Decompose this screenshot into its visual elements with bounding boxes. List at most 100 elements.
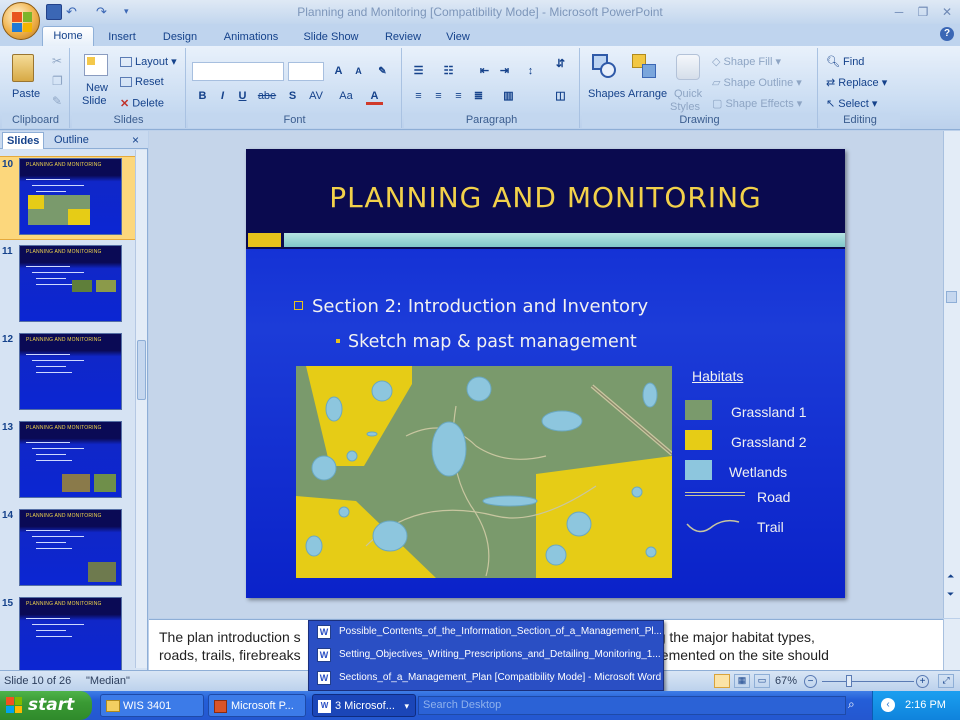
legend-label-wetlands: Wetlands <box>729 464 788 480</box>
tab-slides[interactable]: Slides <box>2 132 45 149</box>
align-right-icon[interactable]: ≡ <box>450 88 467 105</box>
popup-item-3[interactable]: W Sections_of_a_Management_Plan [Compatib… <box>313 667 661 689</box>
taskbar-button-explorer[interactable]: WIS 3401 <box>100 694 204 717</box>
normal-view-icon[interactable] <box>714 674 730 688</box>
line-spacing-icon[interactable]: ↕ <box>522 63 539 80</box>
clock[interactable]: 2:16 PM <box>905 699 946 711</box>
paste-icon <box>12 54 34 82</box>
shrink-font-button[interactable]: A <box>350 63 367 80</box>
notes-scrollbar[interactable] <box>943 619 960 670</box>
office-button[interactable] <box>2 2 40 40</box>
quick-styles-label-2[interactable]: Styles <box>670 101 700 113</box>
select-button[interactable]: ↖ Select ▾ <box>826 97 877 110</box>
slide-thumbnail[interactable]: 10 PLANNING AND MONITORING <box>0 156 135 240</box>
char-spacing-button[interactable]: AV <box>304 88 328 105</box>
quick-styles-label-1[interactable]: Quick <box>674 88 702 100</box>
tab-outline[interactable]: Outline <box>50 132 93 149</box>
arrange-button[interactable]: Arrange <box>628 88 667 100</box>
delete-button[interactable]: ✕ Delete <box>120 97 164 110</box>
minimize-icon[interactable]: ─ <box>888 4 910 20</box>
increase-indent-icon[interactable]: ⇥ <box>496 63 513 80</box>
tab-animations[interactable]: Animations <box>218 28 284 46</box>
text-direction-icon[interactable]: ⇵ <box>552 56 569 73</box>
bold-button[interactable]: B <box>194 88 211 105</box>
find-button[interactable]: 🔍︎ Find <box>826 55 864 68</box>
strikethrough-button[interactable]: abe <box>256 88 278 105</box>
current-slide[interactable]: PLANNING AND MONITORING Section 2: Intro… <box>246 149 845 598</box>
slides-pane-scrollbar[interactable] <box>135 150 147 668</box>
tab-home[interactable]: Home <box>42 26 94 46</box>
zoom-slider-thumb[interactable] <box>846 675 852 687</box>
columns-icon[interactable]: ▥ <box>500 88 517 105</box>
shapes-button[interactable]: Shapes <box>588 88 625 100</box>
align-center-icon[interactable]: ≡ <box>430 88 447 105</box>
zoom-in-icon[interactable]: + <box>916 675 929 688</box>
slide-thumbnail[interactable]: 12 PLANNING AND MONITORING <box>0 332 135 416</box>
fit-to-window-icon[interactable]: ⤢ <box>938 674 954 688</box>
slide-thumbnail[interactable]: 11 PLANNING AND MONITORING <box>0 244 135 328</box>
paste-button[interactable]: Paste <box>12 88 40 100</box>
zoom-level[interactable]: 67% <box>775 675 797 687</box>
reset-button[interactable]: Reset <box>120 76 164 88</box>
restore-icon[interactable]: ❐ <box>912 4 934 20</box>
zoom-slider[interactable] <box>822 681 914 682</box>
font-color-button[interactable]: A <box>366 88 383 105</box>
decrease-indent-icon[interactable]: ⇤ <box>476 63 493 80</box>
new-slide-label-1[interactable]: New <box>86 82 108 94</box>
thumbnail-number: 14 <box>2 510 14 521</box>
underline-button[interactable]: U <box>234 88 251 105</box>
help-icon[interactable]: ? <box>940 27 954 41</box>
redo-icon[interactable]: ↷ <box>96 4 112 20</box>
taskbar-button-powerpoint[interactable]: Microsoft P... <box>208 694 306 717</box>
slides-pane-scroll-thumb[interactable] <box>137 340 146 400</box>
customize-qat-icon[interactable]: ▾ <box>124 4 140 20</box>
search-icon[interactable]: ⌕ <box>848 697 864 713</box>
clear-formatting-icon[interactable]: ✎ <box>374 63 391 80</box>
grow-font-button[interactable]: A <box>330 63 347 80</box>
close-icon[interactable]: ✕ <box>936 4 958 20</box>
tab-insert[interactable]: Insert <box>100 28 144 46</box>
tab-review[interactable]: Review <box>378 28 428 46</box>
slide-scroll-thumb[interactable] <box>946 291 957 303</box>
shape-fill-button[interactable]: ◇ Shape Fill ▾ <box>712 55 781 68</box>
justify-icon[interactable]: ≣ <box>470 88 487 105</box>
next-slide-icon[interactable]: ⏷ <box>947 589 954 600</box>
undo-icon[interactable]: ↶ <box>66 4 82 20</box>
taskbar-button-word-group[interactable]: W 3 Microsof... ▾ <box>312 694 416 717</box>
tray-expand-icon[interactable]: ‹ <box>881 698 895 712</box>
popup-item-2[interactable]: W Setting_Objectives_Writing_Prescription… <box>313 644 661 666</box>
slide-show-icon[interactable]: ▭ <box>754 674 770 688</box>
format-painter-icon[interactable]: ✎ <box>52 94 62 108</box>
close-pane-icon[interactable]: × <box>128 132 143 149</box>
prev-slide-icon[interactable]: ⏶ <box>947 571 954 582</box>
italic-button[interactable]: I <box>214 88 231 105</box>
bullets-icon[interactable]: ☰ <box>410 63 427 80</box>
align-left-icon[interactable]: ≡ <box>410 88 427 105</box>
smartart-icon[interactable]: ◫ <box>552 88 569 105</box>
slide-sorter-icon[interactable]: ▦ <box>734 674 750 688</box>
slide-vertical-scrollbar[interactable]: ⏶ ⏷ <box>943 131 960 618</box>
shadow-button[interactable]: S <box>284 88 301 105</box>
zoom-out-icon[interactable]: − <box>804 675 817 688</box>
font-size-combo[interactable] <box>288 62 324 81</box>
shape-outline-button[interactable]: ▱ Shape Outline ▾ <box>712 76 802 89</box>
layout-button[interactable]: Layout ▾ <box>120 55 177 68</box>
desktop-search-input[interactable]: Search Desktop <box>418 696 846 715</box>
change-case-button[interactable]: Aa <box>334 88 358 105</box>
tab-design[interactable]: Design <box>155 28 205 46</box>
copy-icon[interactable]: ❐ <box>52 74 63 88</box>
save-icon[interactable] <box>46 4 62 20</box>
numbering-icon[interactable]: ☷ <box>440 63 457 80</box>
slide-thumbnail[interactable]: 15 PLANNING AND MONITORING <box>0 596 135 680</box>
shape-effects-button[interactable]: ▢ Shape Effects ▾ <box>712 97 802 110</box>
slide-thumbnail[interactable]: 14 PLANNING AND MONITORING <box>0 508 135 592</box>
new-slide-label-2[interactable]: Slide <box>82 95 106 107</box>
start-button[interactable]: start <box>0 691 92 720</box>
tab-view[interactable]: View <box>440 28 476 46</box>
font-name-combo[interactable] <box>192 62 284 81</box>
cut-icon[interactable]: ✂ <box>52 54 62 68</box>
slide-thumbnail[interactable]: 13 PLANNING AND MONITORING <box>0 420 135 504</box>
tab-slide-show[interactable]: Slide Show <box>298 28 364 46</box>
popup-item-1[interactable]: W Possible_Contents_of_the_Information_Se… <box>313 621 661 643</box>
replace-button[interactable]: ⇄ Replace ▾ <box>826 76 887 89</box>
